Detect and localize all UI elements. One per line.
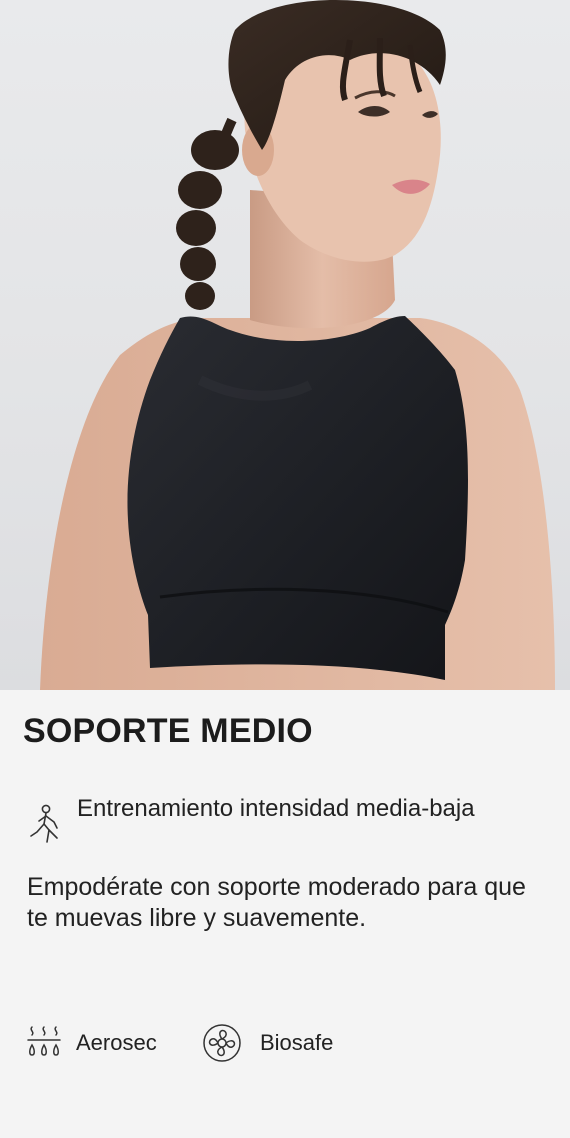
product-image	[0, 0, 570, 690]
feature-label: Aerosec	[76, 1030, 157, 1055]
sweat-drops-icon	[27, 1026, 61, 1056]
feature-aerosec: Aerosec	[24, 1021, 194, 1065]
support-level-title: SOPORTE MEDIO	[23, 712, 313, 750]
feature-list: Aerosec Biosafe	[24, 1021, 544, 1065]
antimicrobial-icon	[203, 1024, 241, 1062]
product-details: SOPORTE MEDIO Entrenamiento intensidad m…	[0, 690, 570, 1138]
activity-text: Entrenamiento intensidad media-baja	[77, 795, 475, 822]
feature-biosafe: Biosafe	[202, 1021, 372, 1065]
yoga-figure-icon	[30, 804, 58, 843]
product-card: SOPORTE MEDIO Entrenamiento intensidad m…	[0, 0, 570, 1138]
product-description: Empodérate con soporte moderado para que…	[27, 873, 526, 932]
model-illustration	[40, 0, 555, 690]
activity-level: Entrenamiento intensidad media-baja	[27, 794, 547, 858]
feature-label: Biosafe	[260, 1030, 334, 1055]
